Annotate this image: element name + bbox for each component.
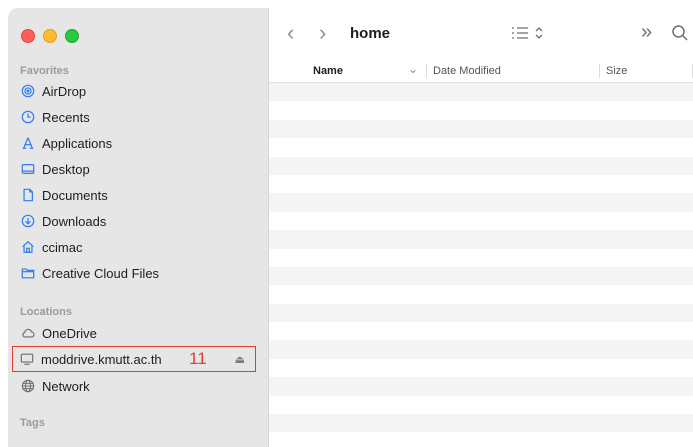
back-button[interactable]: ‹ [287,20,294,46]
close-button[interactable] [21,29,35,43]
forward-button[interactable]: › [319,20,326,46]
list-view-icon[interactable] [511,25,547,46]
sidebar-item-ccimac[interactable]: ccimac [16,235,256,259]
eject-icon[interactable]: ⏏ [235,353,245,366]
sidebar-item-onedrive[interactable]: OneDrive [16,321,256,345]
column-divider [426,64,427,78]
sidebar-item-label: Downloads [42,213,107,229]
sidebar-item-label: Applications [42,135,113,151]
zoom-button[interactable] [65,29,79,43]
sidebar-item-label: Creative Cloud Files [42,265,160,281]
list-row [269,285,693,304]
more-toolbar-button[interactable]: » [641,21,652,44]
list-row [269,248,693,267]
download-icon [20,213,36,229]
cloud-icon [20,325,36,341]
sidebar-item-creative-cloud-files[interactable]: Creative Cloud Files [16,261,256,285]
list-row [269,101,693,120]
toolbar: ‹ › home » [269,8,693,60]
column-name-header[interactable]: Name [313,65,343,77]
list-row [269,377,693,396]
list-row [269,432,693,447]
list-row [269,174,693,194]
network-icon [20,378,36,394]
search-icon[interactable] [671,24,689,47]
tags-section-title: Tags [20,417,45,429]
locations-section-title: Locations [20,306,72,318]
column-date-header[interactable]: Date Modified [433,65,501,77]
list-row [269,414,693,433]
column-header: Name ⌄ Date Modified Size [269,60,693,83]
airdrop-icon [20,83,36,99]
list-row [269,358,693,378]
minimize-button[interactable] [43,29,57,43]
list-row [269,340,693,359]
finder-window: Favorites AirDrop Recents Applications D… [8,8,693,447]
sidebar-item-downloads[interactable]: Downloads [16,209,256,233]
sidebar-item-airdrop[interactable]: AirDrop [16,79,256,103]
applications-icon [20,135,36,151]
list-row [269,193,693,212]
list-row [269,230,693,249]
sidebar-item-applications[interactable]: Applications [16,131,256,155]
desktop-icon [20,161,36,177]
file-list [269,83,693,447]
sidebar-item-label: Recents [42,109,90,125]
sidebar-item-label: moddrive.kmutt.ac.th [41,351,162,367]
home-icon [20,239,36,255]
folder-icon [20,265,36,281]
sidebar-item-label: Desktop [42,161,90,177]
sidebar: Favorites AirDrop Recents Applications D… [8,8,269,447]
sidebar-item-label: OneDrive [42,325,97,341]
sort-chevron-down-icon[interactable]: ⌄ [408,62,418,76]
sidebar-item-moddrive[interactable]: moddrive.kmutt.ac.th 11 ⏏ [12,346,256,372]
list-row [269,395,693,415]
list-row [269,156,693,175]
column-size-header[interactable]: Size [606,65,627,77]
sidebar-item-label: ccimac [42,239,83,255]
sidebar-item-documents[interactable]: Documents [16,183,256,207]
list-row [269,303,693,323]
document-icon [20,187,36,203]
sidebar-item-label: Network [42,378,90,394]
window-controls [21,29,79,43]
favorites-section-title: Favorites [20,65,69,77]
sidebar-item-label: Documents [42,187,108,203]
list-row [269,211,693,231]
column-divider [599,64,600,78]
list-row [269,138,693,157]
list-row [269,322,693,341]
step-annotation: 11 [189,349,207,368]
clock-icon [20,109,36,125]
list-row [269,266,693,286]
window-title: home [350,25,391,42]
sidebar-item-network[interactable]: Network [16,374,256,398]
list-row [269,83,693,102]
server-icon [19,351,35,367]
sidebar-item-desktop[interactable]: Desktop [16,157,256,181]
list-row [269,119,693,139]
sidebar-item-recents[interactable]: Recents [16,105,256,129]
sidebar-item-label: AirDrop [42,83,87,99]
